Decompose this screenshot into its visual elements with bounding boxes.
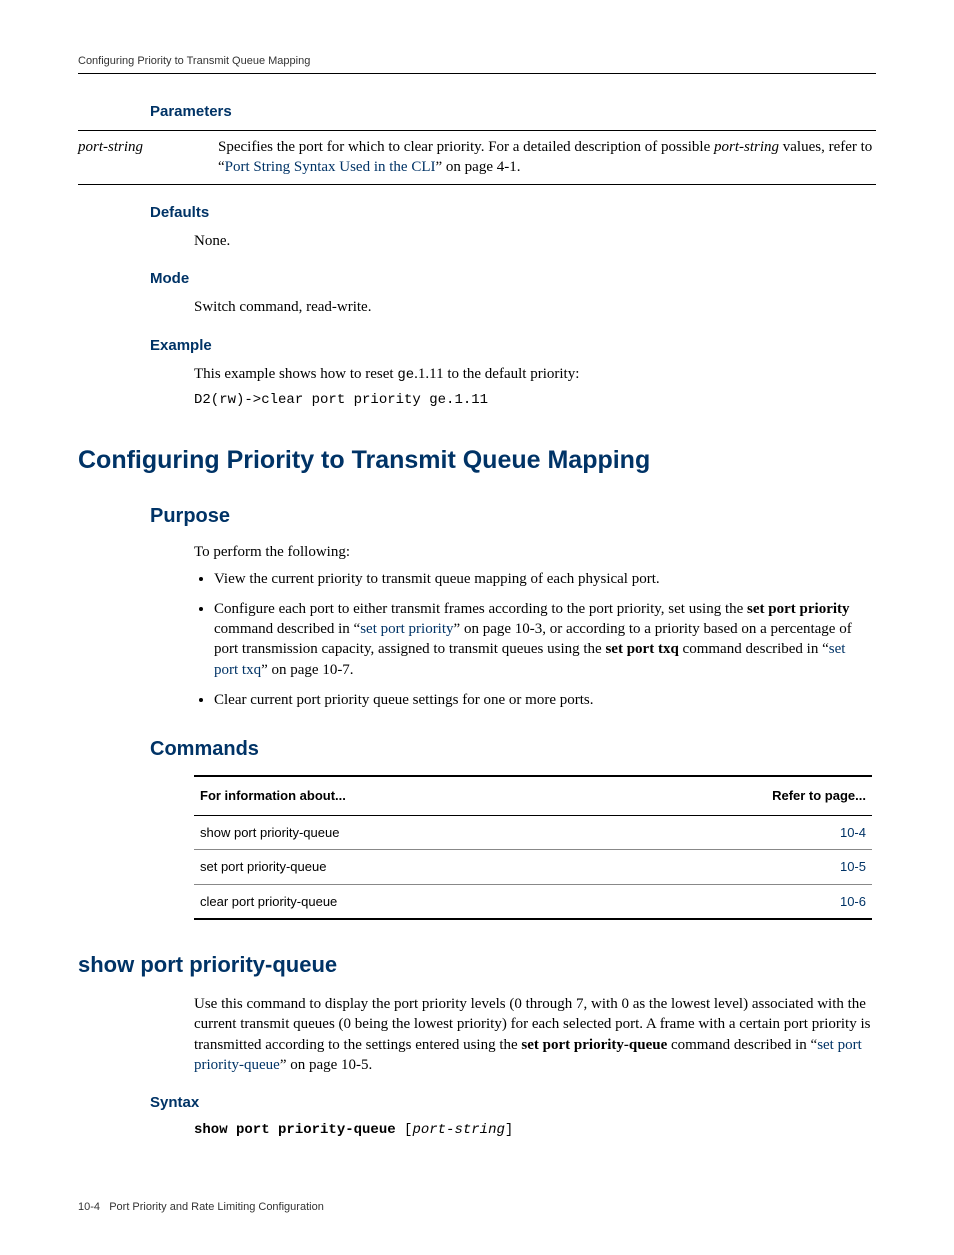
example-code: D2(rw)->clear port priority ge.1.11 bbox=[194, 391, 872, 410]
page-ref-link[interactable]: 10-6 bbox=[840, 894, 866, 909]
purpose-intro: To perform the following: bbox=[194, 542, 872, 562]
cross-ref-link[interactable]: Port String Syntax Used in the CLI bbox=[225, 159, 436, 175]
cmd-name: clear port priority-queue bbox=[200, 893, 726, 911]
cmd-name: show port priority-queue bbox=[200, 824, 726, 842]
parameters-heading: Parameters bbox=[150, 102, 876, 122]
syntax-command: show port priority-queue bbox=[194, 1122, 396, 1138]
commands-heading: Commands bbox=[150, 736, 876, 763]
command-title: show port priority-queue bbox=[78, 950, 876, 980]
cmd-name: set port priority-queue bbox=[200, 858, 726, 876]
param-name: port-string bbox=[78, 137, 218, 178]
running-header: Configuring Priority to Transmit Queue M… bbox=[78, 54, 876, 74]
text-mono: ge bbox=[397, 367, 414, 383]
text: .1.11 to the default priority: bbox=[414, 366, 579, 382]
list-item: View the current priority to transmit qu… bbox=[214, 569, 872, 589]
text: command described in “ bbox=[679, 641, 829, 657]
syntax-bracket: [ bbox=[396, 1122, 413, 1138]
text-bold: set port priority bbox=[747, 601, 849, 617]
defaults-heading: Defaults bbox=[150, 203, 876, 223]
param-description: Specifies the port for which to clear pr… bbox=[218, 137, 876, 178]
page-number: 10-4 bbox=[78, 1201, 100, 1213]
list-item: Configure each port to either transmit f… bbox=[214, 599, 872, 680]
page-ref-link[interactable]: 10-5 bbox=[840, 859, 866, 874]
page-ref-link[interactable]: 10-4 bbox=[840, 825, 866, 840]
parameters-table: port-string Specifies the port for which… bbox=[78, 130, 876, 185]
col-header-page: Refer to page... bbox=[726, 787, 866, 805]
table-header: For information about... Refer to page..… bbox=[194, 777, 872, 816]
text-italic: port-string bbox=[714, 139, 779, 155]
footer-title: Port Priority and Rate Limiting Configur… bbox=[109, 1201, 324, 1213]
syntax-heading: Syntax bbox=[150, 1093, 876, 1113]
text: Specifies the port for which to clear pr… bbox=[218, 139, 714, 155]
cross-ref-link[interactable]: set port priority bbox=[360, 621, 453, 637]
col-header-info: For information about... bbox=[200, 787, 726, 805]
example-heading: Example bbox=[150, 336, 876, 356]
table-row: clear port priority-queue 10-6 bbox=[194, 885, 872, 919]
syntax-bracket: ] bbox=[505, 1122, 513, 1138]
text: ” on page 10-7. bbox=[261, 662, 353, 678]
purpose-list: View the current priority to transmit qu… bbox=[194, 569, 872, 711]
text-bold: set port txq bbox=[605, 641, 678, 657]
text-bold: set port priority-queue bbox=[521, 1037, 667, 1053]
purpose-heading: Purpose bbox=[150, 503, 876, 530]
table-row: set port priority-queue 10-5 bbox=[194, 850, 872, 885]
commands-table: For information about... Refer to page..… bbox=[194, 775, 872, 920]
text: command described in “ bbox=[667, 1037, 817, 1053]
param-row: port-string Specifies the port for which… bbox=[78, 137, 876, 178]
page-footer: 10-4 Port Priority and Rate Limiting Con… bbox=[78, 1200, 876, 1215]
syntax-line: show port priority-queue [port-string] bbox=[194, 1121, 872, 1140]
list-item: Clear current port priority queue settin… bbox=[214, 690, 872, 710]
text: Configure each port to either transmit f… bbox=[214, 601, 747, 617]
command-description: Use this command to display the port pri… bbox=[194, 994, 872, 1075]
text: ” on page 4-1. bbox=[436, 159, 521, 175]
defaults-body: None. bbox=[194, 231, 872, 251]
mode-body: Switch command, read-write. bbox=[194, 297, 872, 317]
mode-heading: Mode bbox=[150, 269, 876, 289]
section-title: Configuring Priority to Transmit Queue M… bbox=[78, 444, 876, 478]
text: command described in “ bbox=[214, 621, 360, 637]
syntax-arg: port-string bbox=[412, 1122, 504, 1138]
text: ” on page 10-5. bbox=[280, 1057, 372, 1073]
table-row: show port priority-queue 10-4 bbox=[194, 816, 872, 851]
text: This example shows how to reset bbox=[194, 366, 397, 382]
example-intro: This example shows how to reset ge.1.11 … bbox=[194, 364, 872, 385]
